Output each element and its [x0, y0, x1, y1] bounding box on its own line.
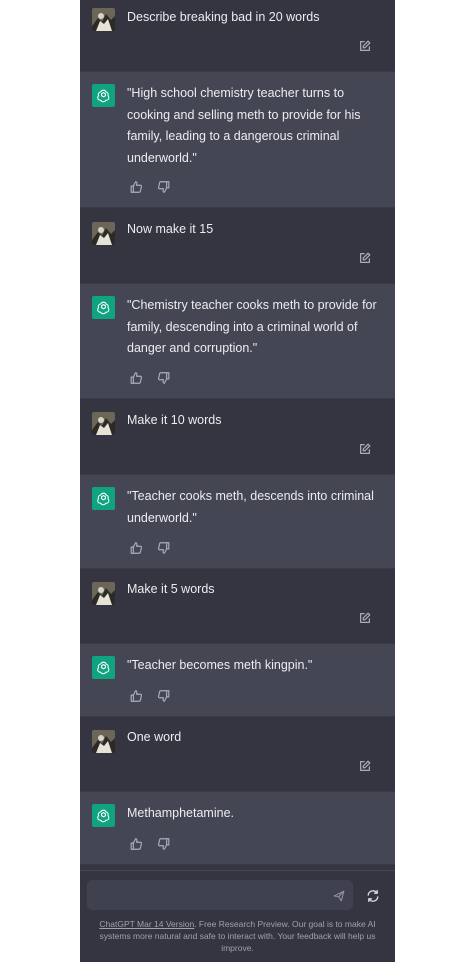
chatgpt-logo-icon	[92, 804, 115, 827]
edit-icon[interactable]	[358, 611, 372, 625]
thumbs-down-icon[interactable]	[157, 541, 171, 555]
message-text: "Teacher becomes meth kingpin."	[127, 658, 313, 672]
refresh-icon[interactable]	[366, 889, 380, 903]
assistant-message: "Teacher becomes meth kingpin."	[80, 643, 395, 717]
chatgpt-logo-icon	[92, 296, 115, 319]
message-text: "High school chemistry teacher turns to …	[127, 86, 361, 165]
thumbs-down-icon[interactable]	[157, 371, 171, 385]
assistant-message: "High school chemistry teacher turns to …	[80, 71, 395, 208]
user-avatar	[92, 222, 115, 245]
user-avatar	[92, 582, 115, 605]
version-link[interactable]: ChatGPT Mar 14 Version	[99, 919, 194, 929]
message-text: Describe breaking bad in 20 words	[127, 10, 320, 24]
message-input[interactable]	[87, 880, 353, 910]
message-text: "Chemistry teacher cooks meth to provide…	[127, 298, 377, 355]
assistant-message: Methamphetamine.	[80, 791, 395, 865]
thumbs-up-icon[interactable]	[129, 371, 143, 385]
chat-screen: Describe breaking bad in 20 words "High …	[80, 0, 395, 962]
user-avatar	[92, 730, 115, 753]
composer-bar: ChatGPT Mar 14 Version. Free Research Pr…	[80, 870, 395, 962]
assistant-message: "Teacher cooks meth, descends into crimi…	[80, 474, 395, 569]
edit-icon[interactable]	[358, 39, 372, 53]
thumbs-down-icon[interactable]	[157, 180, 171, 194]
chatgpt-logo-icon	[92, 487, 115, 510]
message-text: "Teacher cooks meth, descends into crimi…	[127, 489, 374, 525]
assistant-message: "Chemistry teacher cooks meth to provide…	[80, 283, 395, 399]
edit-icon[interactable]	[358, 759, 372, 773]
message-text: Methamphetamine.	[127, 806, 235, 820]
thumbs-down-icon[interactable]	[157, 689, 171, 703]
edit-icon[interactable]	[358, 251, 372, 265]
thumbs-up-icon[interactable]	[129, 541, 143, 555]
edit-icon[interactable]	[358, 442, 372, 456]
thumbs-up-icon[interactable]	[129, 837, 143, 851]
user-message: Make it 5 words	[80, 569, 395, 643]
chatgpt-logo-icon	[92, 84, 115, 107]
thumbs-up-icon[interactable]	[129, 689, 143, 703]
message-text: Make it 10 words	[127, 413, 222, 427]
thumbs-up-icon[interactable]	[129, 180, 143, 194]
user-message: Now make it 15	[80, 208, 395, 283]
send-icon[interactable]	[333, 890, 345, 902]
chatgpt-logo-icon	[92, 656, 115, 679]
message-text: One word	[127, 730, 182, 744]
user-message: Describe breaking bad in 20 words	[80, 0, 395, 71]
user-message: One word	[80, 717, 395, 791]
thumbs-down-icon[interactable]	[157, 837, 171, 851]
footer-disclaimer: ChatGPT Mar 14 Version. Free Research Pr…	[88, 918, 387, 954]
user-avatar	[92, 412, 115, 435]
user-message: Make it 10 words	[80, 399, 395, 474]
message-text: Now make it 15	[127, 222, 214, 236]
message-text: Make it 5 words	[127, 582, 215, 596]
user-avatar	[92, 8, 115, 31]
